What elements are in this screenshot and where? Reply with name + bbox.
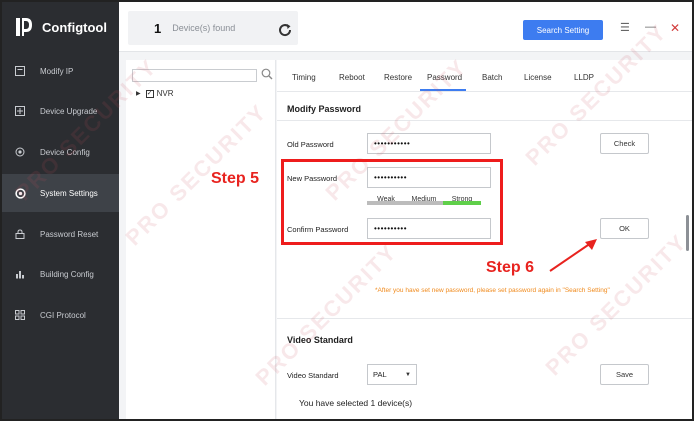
menu-icon[interactable]: ☰	[620, 21, 630, 34]
modify-ip-icon	[14, 65, 26, 77]
sidebar-item-cgi-protocol[interactable]: CGI Protocol	[2, 296, 119, 334]
refresh-icon[interactable]	[277, 22, 295, 40]
config-icon	[14, 146, 26, 158]
tab-restore[interactable]: Restore	[384, 73, 412, 82]
configtool-logo-icon	[14, 16, 34, 38]
search-icon[interactable]	[261, 67, 273, 80]
sidebar-item-password-reset[interactable]: Password Reset	[2, 215, 119, 253]
sidebar-item-label: Modify IP	[40, 66, 74, 76]
app-window: Configtool Modify IP Device Upgrade Devi…	[0, 0, 694, 421]
building-icon	[14, 268, 26, 280]
video-standard-select[interactable]: PAL ▼	[367, 364, 417, 385]
tab-batch[interactable]: Batch	[482, 73, 502, 82]
node-checkbox[interactable]: ✓	[145, 89, 154, 98]
close-icon[interactable]: ✕	[670, 21, 680, 35]
step-5-annotation: Step 5	[211, 170, 260, 187]
highlight-box	[281, 159, 503, 245]
old-password-label: Old Password	[287, 140, 334, 149]
password-hint-text: *After you have set new password, please…	[375, 287, 610, 294]
app-title: Configtool	[42, 19, 107, 35]
sidebar-item-label: Password Reset	[40, 229, 99, 239]
topbar: 1 Device(s) found Search Setting ☰ — ✕	[119, 2, 692, 52]
section-divider	[277, 120, 692, 121]
cgi-icon	[14, 309, 26, 321]
tab-timing[interactable]: Timing	[292, 73, 316, 82]
device-count: 1	[154, 20, 162, 36]
step-6-arrow-icon	[549, 239, 597, 272]
search-setting-button[interactable]: Search Setting	[523, 20, 603, 40]
lock-icon	[14, 228, 26, 240]
modify-password-title: Modify Password	[287, 104, 362, 114]
device-count-box: 1 Device(s) found	[128, 11, 298, 45]
video-standard-value: PAL	[373, 370, 387, 379]
sidebar-item-label: Building Config	[40, 269, 94, 279]
sidebar-item-label: CGI Protocol	[40, 310, 86, 320]
selected-devices-note: You have selected 1 device(s)	[299, 398, 413, 408]
check-button[interactable]: Check	[600, 133, 649, 154]
brand: Configtool	[2, 2, 119, 52]
sidebar-item-label: System Settings	[40, 188, 98, 198]
video-standard-label: Video Standard	[287, 371, 339, 380]
device-count-label: Device(s) found	[172, 23, 236, 33]
sidebar: Configtool Modify IP Device Upgrade Devi…	[2, 2, 119, 419]
ok-button[interactable]: OK	[600, 218, 649, 239]
sidebar-item-building-config[interactable]: Building Config	[2, 255, 119, 293]
chevron-down-icon: ▼	[405, 372, 411, 378]
step-6-annotation: Step 6	[486, 259, 535, 276]
upgrade-icon	[14, 105, 26, 117]
sidebar-item-modify-ip[interactable]: Modify IP	[2, 52, 119, 90]
save-button[interactable]: Save	[600, 364, 649, 385]
tab-license[interactable]: License	[524, 73, 552, 82]
tree-node-label: NVR	[156, 89, 174, 98]
tab-reboot[interactable]: Reboot	[339, 73, 365, 82]
